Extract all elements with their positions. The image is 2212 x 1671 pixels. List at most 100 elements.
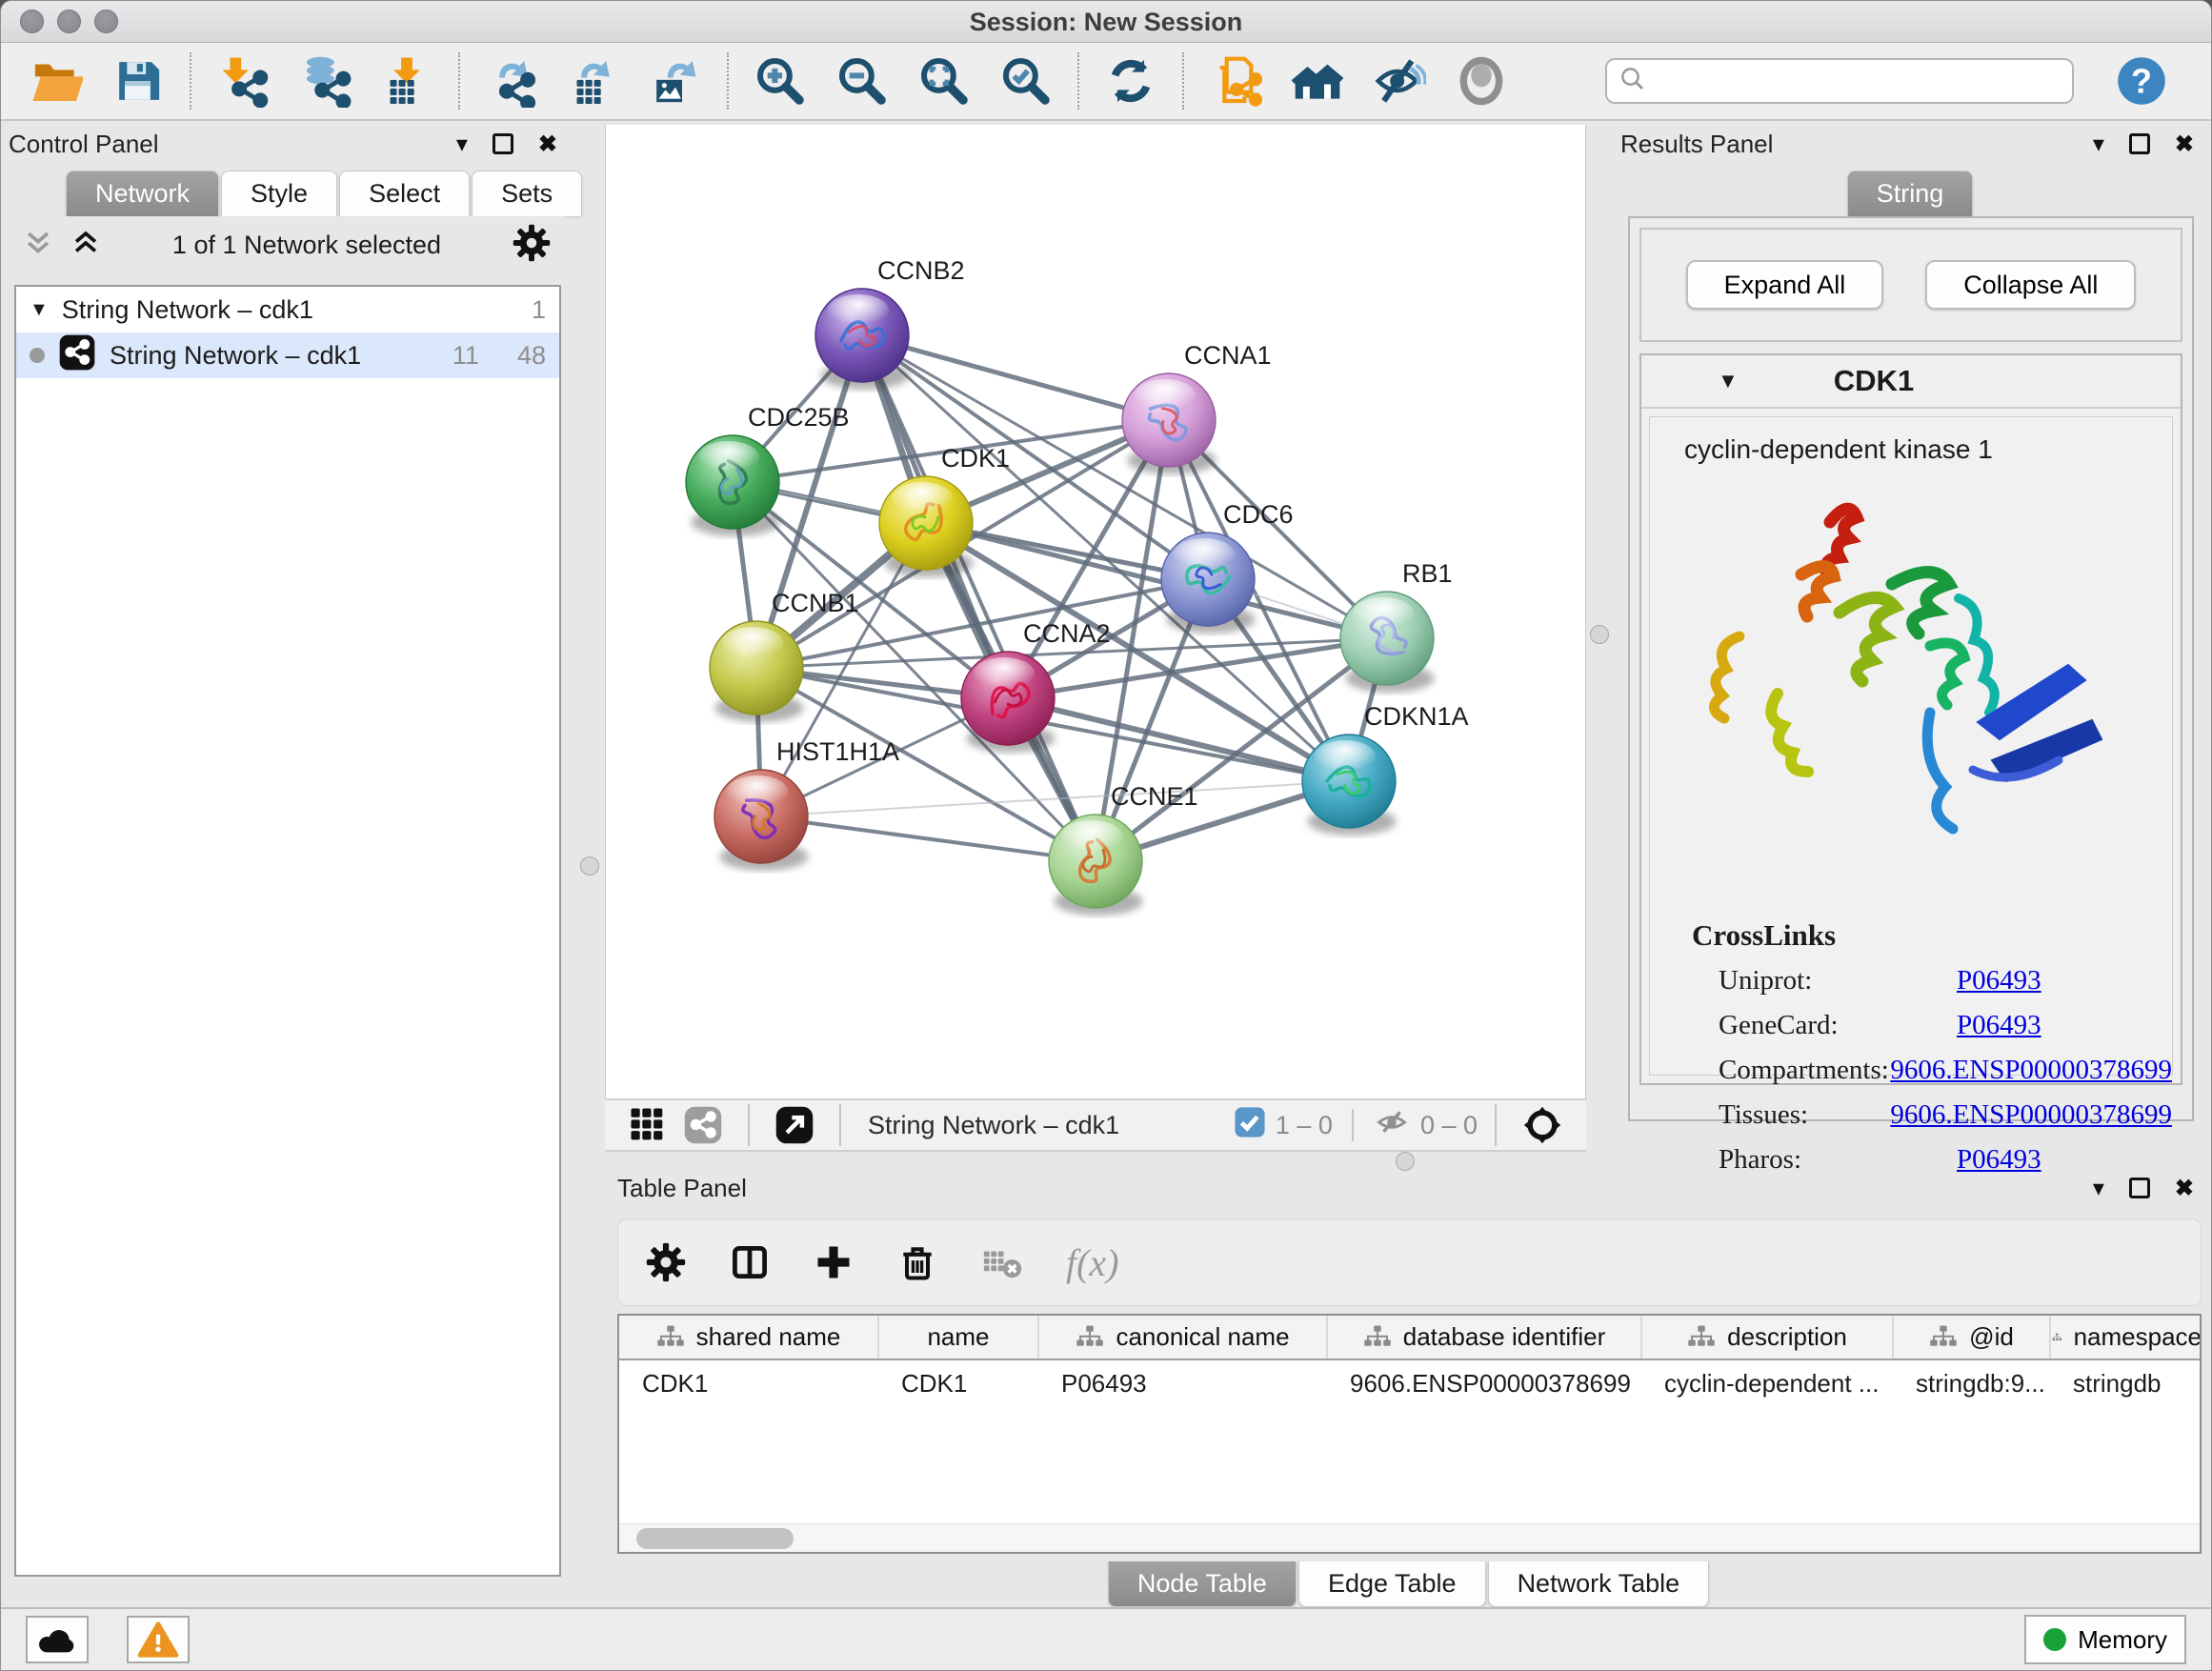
network-options-gear-icon[interactable] bbox=[512, 223, 552, 268]
home-icon[interactable] bbox=[1289, 52, 1346, 110]
open-session-icon[interactable] bbox=[28, 52, 85, 110]
network-collection-row[interactable]: ▼ String Network – cdk1 1 bbox=[16, 287, 559, 332]
tab-network-table[interactable]: Network Table bbox=[1488, 1561, 1710, 1607]
add-icon[interactable] bbox=[813, 1241, 855, 1283]
cloud-status-button[interactable] bbox=[26, 1616, 89, 1663]
node-label: CCNA1 bbox=[1184, 341, 1272, 370]
collapse-all-button[interactable]: Collapse All bbox=[1925, 260, 2136, 310]
node-table[interactable]: shared namenamecanonical namedatabase id… bbox=[617, 1314, 2202, 1554]
gene-expander-icon[interactable]: ▼ bbox=[1718, 369, 1739, 393]
tab-select[interactable]: Select bbox=[339, 171, 470, 216]
results-panel-title: Results Panel bbox=[1620, 130, 2093, 159]
column-header-@id[interactable]: @id bbox=[1893, 1316, 2050, 1359]
export-image-icon[interactable] bbox=[647, 52, 704, 110]
network-node-HIST1H1A[interactable]: HIST1H1A bbox=[714, 737, 899, 871]
crosslink-link[interactable]: 9606.ENSP00000378699 bbox=[1890, 1099, 2172, 1131]
column-header-namespace[interactable]: namespace bbox=[2050, 1316, 2202, 1359]
network-node-CCNB2[interactable]: CCNB2 bbox=[815, 256, 965, 390]
trash-icon[interactable] bbox=[896, 1241, 938, 1283]
import-network-file-icon[interactable] bbox=[214, 52, 271, 110]
crosslink-link[interactable]: 9606.ENSP00000378699 bbox=[1890, 1055, 2172, 1086]
column-header-shared-name[interactable]: shared name bbox=[619, 1316, 878, 1359]
network-node-CDK1[interactable]: CDK1 bbox=[879, 444, 1010, 577]
node-label: RB1 bbox=[1402, 559, 1453, 588]
open-in-new-window-icon[interactable] bbox=[774, 1105, 814, 1145]
column-header-name[interactable]: name bbox=[878, 1316, 1038, 1359]
panel-close-icon[interactable]: ✖ bbox=[2175, 1175, 2194, 1202]
network-node-CCNB1[interactable]: CCNB1 bbox=[710, 589, 859, 722]
network-node-RB1[interactable]: RB1 bbox=[1340, 559, 1453, 693]
zoom-in-icon[interactable] bbox=[752, 52, 809, 110]
column-header-canonical-name[interactable]: canonical name bbox=[1038, 1316, 1327, 1359]
panel-collapse-icon[interactable]: ▾ bbox=[2093, 131, 2104, 158]
table-horizontal-scrollbar[interactable] bbox=[619, 1523, 2200, 1552]
crosslink-link[interactable]: P06493 bbox=[1957, 965, 2041, 997]
show-all-icon[interactable] bbox=[1453, 52, 1510, 110]
panel-close-icon[interactable]: ✖ bbox=[538, 131, 557, 158]
panel-float-icon[interactable] bbox=[2129, 1178, 2150, 1198]
table-cell: CDK1 bbox=[878, 1359, 1038, 1407]
hide-selected-icon[interactable] bbox=[1371, 52, 1428, 110]
export-table-icon[interactable] bbox=[565, 52, 622, 110]
tab-sets[interactable]: Sets bbox=[472, 171, 582, 216]
network-canvas[interactable]: CCNB2 CCNA1 CDC25B CDK1 bbox=[605, 125, 1586, 1098]
table-row[interactable]: CDK1CDK1P064939606.ENSP00000378699cyclin… bbox=[619, 1359, 2202, 1407]
import-table-icon[interactable] bbox=[378, 52, 435, 110]
search-input[interactable] bbox=[1647, 62, 2061, 100]
table-cell: stringdb:9... bbox=[1893, 1359, 2050, 1407]
column-header-description[interactable]: description bbox=[1641, 1316, 1893, 1359]
network-annotation-icon[interactable] bbox=[1207, 52, 1264, 110]
import-network-database-icon[interactable] bbox=[296, 52, 353, 110]
panel-collapse-icon[interactable]: ▾ bbox=[2093, 1175, 2104, 1202]
scrollbar-thumb[interactable] bbox=[636, 1528, 794, 1549]
crosslinks-title: CrossLinks bbox=[1650, 894, 2172, 958]
memory-button[interactable]: Memory bbox=[2024, 1615, 2186, 1664]
expand-all-button[interactable]: Expand All bbox=[1686, 260, 1884, 310]
network-edge-count: 48 bbox=[517, 341, 546, 371]
status-bar: Memory bbox=[1, 1607, 2211, 1670]
zoom-fit-icon[interactable] bbox=[915, 52, 973, 110]
refresh-view-icon[interactable] bbox=[1102, 52, 1159, 110]
panel-close-icon[interactable]: ✖ bbox=[2175, 131, 2194, 158]
network-row[interactable]: String Network – cdk1 11 48 bbox=[16, 332, 559, 378]
network-node-CDKN1A[interactable]: CDKN1A bbox=[1302, 702, 1469, 836]
expand-all-networks-icon[interactable] bbox=[70, 227, 102, 264]
tab-style[interactable]: Style bbox=[221, 171, 337, 216]
export-network-icon[interactable] bbox=[483, 52, 540, 110]
column-header-database-identifier[interactable]: database identifier bbox=[1327, 1316, 1641, 1359]
tab-string[interactable]: String bbox=[1847, 171, 1974, 216]
save-session-icon[interactable] bbox=[110, 52, 167, 110]
tree-expander-icon[interactable]: ▼ bbox=[30, 299, 49, 321]
vertical-splitter-handle[interactable] bbox=[580, 856, 599, 876]
panel-float-icon[interactable] bbox=[493, 133, 513, 154]
network-share-icon[interactable] bbox=[683, 1105, 723, 1145]
collapse-all-networks-icon[interactable] bbox=[22, 227, 54, 264]
gene-section: ▼ CDK1 cyclin-dependent kinase 1 CrossLi… bbox=[1639, 353, 2182, 1085]
horizontal-splitter-handle[interactable] bbox=[1396, 1152, 1415, 1171]
node-label: CDK1 bbox=[941, 444, 1010, 473]
gear-icon[interactable] bbox=[645, 1241, 687, 1283]
warnings-button[interactable] bbox=[127, 1616, 190, 1663]
node-label: CCNA2 bbox=[1023, 619, 1111, 648]
columns-icon[interactable] bbox=[729, 1241, 771, 1283]
tab-edge-table[interactable]: Edge Table bbox=[1298, 1561, 1486, 1607]
vertical-splitter-handle[interactable] bbox=[1590, 625, 1609, 644]
help-button[interactable]: ? bbox=[2116, 55, 2167, 107]
gene-symbol: CDK1 bbox=[1834, 364, 1914, 398]
main-toolbar: ? bbox=[1, 43, 2211, 121]
search-field[interactable] bbox=[1605, 58, 2074, 104]
tab-node-table[interactable]: Node Table bbox=[1108, 1561, 1297, 1607]
zoom-out-icon[interactable] bbox=[834, 52, 891, 110]
node-label: CDC25B bbox=[748, 403, 850, 432]
tab-network[interactable]: Network bbox=[66, 171, 219, 216]
panel-float-icon[interactable] bbox=[2129, 133, 2150, 154]
network-node-CCNA1[interactable]: CCNA1 bbox=[1122, 341, 1272, 474]
fit-selected-crosshair-icon[interactable] bbox=[1521, 1104, 1563, 1146]
crosslink-link[interactable]: P06493 bbox=[1957, 1010, 2041, 1041]
birdseye-grid-icon[interactable] bbox=[628, 1105, 668, 1145]
table-cell: 9606.ENSP00000378699 bbox=[1327, 1359, 1641, 1407]
zoom-selected-icon[interactable] bbox=[997, 52, 1055, 110]
function-icon: f(x) bbox=[1066, 1240, 1119, 1285]
app-window: Session: New Session ? Control Panel ▾ ✖… bbox=[0, 0, 2212, 1671]
panel-collapse-icon[interactable]: ▾ bbox=[456, 131, 468, 158]
